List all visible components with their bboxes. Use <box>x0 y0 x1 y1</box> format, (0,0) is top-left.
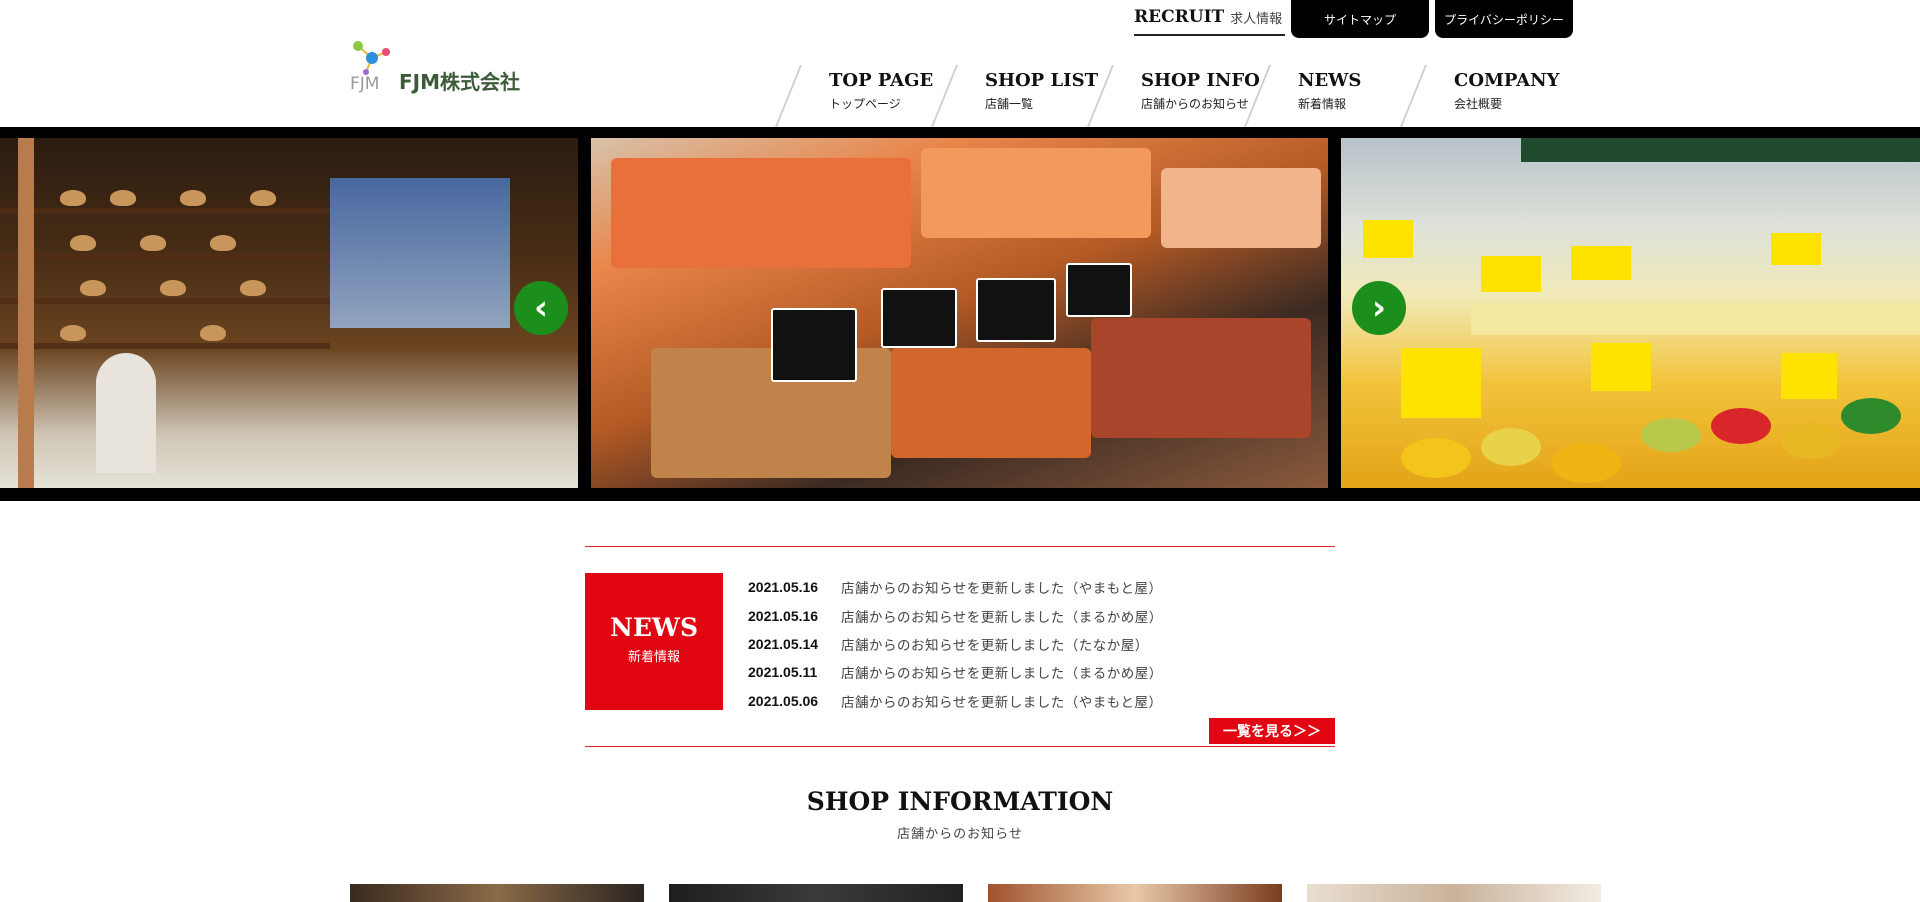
news-date: 2021.05.14 <box>748 635 819 652</box>
logo-mark: FJM <box>350 74 380 94</box>
nav-item-company[interactable]: COMPANY 会社概要 <box>1399 62 1575 127</box>
recruit-link[interactable]: RECRUIT 求人情報 <box>1134 0 1285 36</box>
news-item[interactable]: 2021.05.14 店舗からのお知らせを更新しました（たなか屋） <box>748 630 1308 658</box>
news-date: 2021.05.16 <box>748 579 819 596</box>
news-item[interactable]: 2021.05.16 店舗からのお知らせを更新しました（やまもと屋） <box>748 573 1308 601</box>
news-list: 2021.05.16 店舗からのお知らせを更新しました（やまもと屋） 2021.… <box>748 573 1308 715</box>
company-logo[interactable]: FJM FJM株式会社 <box>350 40 550 100</box>
nav-label-ja: 会社概要 <box>1454 97 1503 111</box>
news-title: 店舗からのお知らせを更新しました（やまもと屋） <box>841 581 1163 598</box>
sitemap-button[interactable]: サイトマップ <box>1291 0 1429 38</box>
chevron-left-icon: ‹ <box>533 288 548 328</box>
news-heading-box: NEWS 新着情報 <box>585 573 723 710</box>
nav-divider <box>774 65 802 127</box>
company-name: FJM株式会社 <box>399 70 521 94</box>
news-section: NEWS 新着情報 2021.05.16 店舗からのお知らせを更新しました（やま… <box>585 546 1335 747</box>
shop-info-subtitle: 店舗からのお知らせ <box>897 827 1023 842</box>
nav-item-news[interactable]: NEWS 新着情報 <box>1243 62 1419 127</box>
chevron-right-icon: › <box>1371 288 1386 328</box>
nav-label-en: SHOP INFO <box>1141 70 1260 91</box>
nav-label-ja: 店舗一覧 <box>985 97 1034 111</box>
nav-label-ja: トップページ <box>829 97 901 111</box>
news-date: 2021.05.16 <box>748 607 819 624</box>
nav-label-en: COMPANY <box>1454 70 1560 91</box>
main-nav: TOP PAGE トップページ SHOP LIST 店舗一覧 SHOP INFO… <box>774 62 1580 127</box>
slide-cheese-market-image <box>1341 138 1920 488</box>
news-title: 店舗からのお知らせを更新しました（まるかめ屋） <box>841 666 1163 683</box>
news-item[interactable]: 2021.05.16 店舗からのお知らせを更新しました（まるかめ屋） <box>748 601 1308 629</box>
slider-next-button[interactable]: › <box>1352 281 1406 335</box>
news-date: 2021.05.06 <box>748 692 819 709</box>
news-view-all-button[interactable]: 一覧を見る＞＞ <box>1209 718 1335 744</box>
slider-prev-button[interactable]: ‹ <box>514 281 568 335</box>
site-header: FJM FJM株式会社 RECRUIT 求人情報 サイトマップ プライバシーポリ… <box>0 0 1920 127</box>
hero-slider: ‹ › <box>0 127 1920 501</box>
news-title: 店舗からのお知らせを更新しました（たなか屋） <box>841 637 1149 654</box>
slide-seafood-image <box>591 138 1328 488</box>
news-heading-ja: 新着情報 <box>627 650 680 665</box>
nav-label-en: SHOP LIST <box>985 70 1098 91</box>
nav-label-en: TOP PAGE <box>829 70 934 91</box>
nav-item-top-page[interactable]: TOP PAGE トップページ <box>774 62 950 127</box>
slide-bakery-image <box>0 138 578 488</box>
shop-card-image[interactable] <box>1307 884 1601 902</box>
nav-item-shop-info[interactable]: SHOP INFO 店舗からのお知らせ <box>1086 62 1262 127</box>
shop-card-image[interactable] <box>669 884 963 902</box>
news-heading-en: NEWS <box>609 613 699 642</box>
nav-label-en: NEWS <box>1298 70 1362 91</box>
privacy-policy-button[interactable]: プライバシーポリシー <box>1435 0 1573 38</box>
nav-label-ja: 新着情報 <box>1298 97 1347 111</box>
recruit-label-en: RECRUIT <box>1134 7 1225 27</box>
news-item[interactable]: 2021.05.06 店舗からのお知らせを更新しました（やまもと屋） <box>748 687 1308 715</box>
shop-info-title: SHOP INFORMATION <box>806 787 1114 816</box>
news-title: 店舗からのお知らせを更新しました（まるかめ屋） <box>841 609 1163 626</box>
news-title: 店舗からのお知らせを更新しました（やまもと屋） <box>841 694 1163 711</box>
nav-item-shop-list[interactable]: SHOP LIST 店舗一覧 <box>930 62 1106 127</box>
shop-card-image[interactable] <box>350 884 644 902</box>
recruit-label-ja: 求人情報 <box>1230 11 1283 27</box>
nav-label-ja: 店舗からのお知らせ <box>1141 97 1249 111</box>
shop-card-image[interactable] <box>988 884 1282 902</box>
news-date: 2021.05.11 <box>748 664 818 681</box>
news-item[interactable]: 2021.05.11 店舗からのお知らせを更新しました（まるかめ屋） <box>748 658 1308 686</box>
